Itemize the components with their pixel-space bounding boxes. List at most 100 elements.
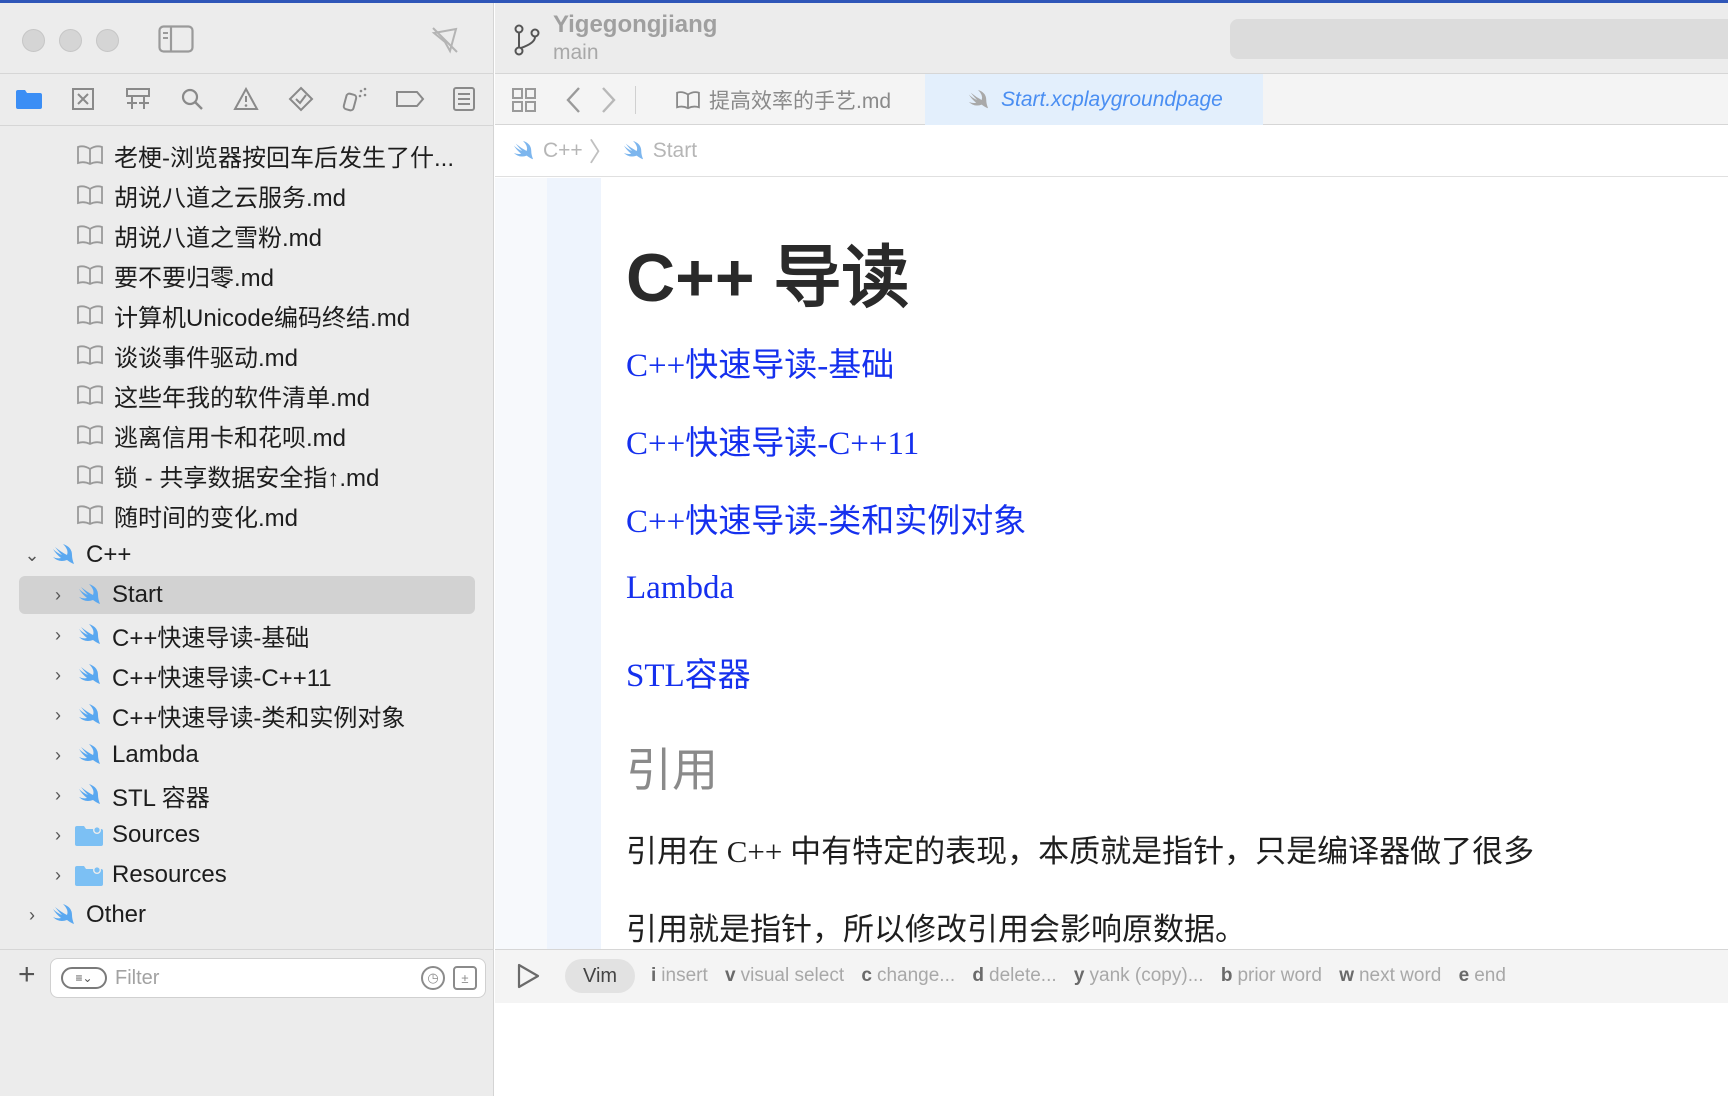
link-basics[interactable]: C++快速导读-基础 [626,338,894,386]
book-icon [77,145,103,166]
breakpoint-navigator-icon[interactable] [395,84,425,114]
breadcrumb-item-start[interactable]: Start [653,139,697,163]
book-icon [77,465,103,486]
debug-navigator-icon[interactable] [340,84,370,114]
tree-item-start-page[interactable]: › Start [0,575,494,615]
tab-start-playground[interactable]: Start.xcplaygroundpage [925,74,1263,125]
forward-icon[interactable] [599,86,617,114]
tree-item-label: Start [112,581,163,608]
tree-item-playground-other[interactable]: › Other [0,895,494,935]
sidebar-toggle-icon[interactable] [158,25,194,53]
source-control-filter-icon[interactable]: ± [453,966,477,990]
vim-hint: b prior word [1220,965,1322,986]
vim-hint: d delete... [972,965,1057,986]
tree-item-playground-page[interactable]: › C++快速导读-基础 [0,615,494,655]
vim-hint: y yank (copy)... [1073,965,1204,986]
related-items-icon[interactable] [511,87,537,113]
tree-item-markdown[interactable]: 随时间的变化.md [0,495,494,535]
tree-item-markdown[interactable]: 胡说八道之云服务.md [0,175,494,215]
play-icon[interactable] [515,962,541,990]
tree-item-markdown[interactable]: 胡说八道之雪粉.md [0,215,494,255]
vim-hint: c change... [861,965,956,986]
paragraph: 引用在 C++ 中有特定的表现，本质就是指针，只是编译器做了很多 [626,834,1535,869]
document-title: C++ 导读 [626,240,910,316]
chevron-right-icon[interactable]: › [48,785,68,806]
editor-area: Yigegongjiang main 提高效率的手艺.md Start.xcpl… [495,3,1728,1096]
tree-item-label: 谈谈事件驱动.md [114,344,299,372]
branch-name[interactable]: main [553,41,599,65]
tree-item-playground-page[interactable]: › C++快速导读-类和实例对象 [0,695,494,735]
tree-item-folder-resources[interactable]: › Resources [0,855,494,895]
tree-item-markdown[interactable]: 计算机Unicode编码终结.md [0,295,494,335]
tree-item-markdown[interactable]: 逃离信用卡和花呗.md [0,415,494,455]
link-cpp11[interactable]: C++快速导读-C++11 [626,416,919,464]
book-icon [77,185,103,206]
book-icon [77,265,103,286]
chevron-right-icon[interactable]: › [48,825,68,846]
tree-item-playground-cpp[interactable]: ⌄ C++ [0,535,494,575]
issue-navigator-icon[interactable] [231,84,261,114]
tree-item-markdown[interactable]: 老梗-浏览器按回车后发生了什... [0,135,494,175]
chevron-right-icon[interactable]: › [48,705,68,726]
chevron-right-icon[interactable]: › [48,665,68,686]
add-file-button[interactable]: + [18,960,36,990]
chevron-right-icon[interactable]: › [48,625,68,646]
swift-icon [53,544,74,564]
report-navigator-icon[interactable] [449,84,479,114]
tree-item-playground-page[interactable]: › C++快速导读-C++11 [0,655,494,695]
tree-item-label: Lambda [112,741,199,768]
tree-item-playground-page[interactable]: › STL 容器 [0,775,494,815]
tree-item-markdown[interactable]: 锁 - 共享数据安全指↑.md [0,455,494,495]
folder-gear-icon [75,866,103,886]
vim-hint: i insert [651,965,708,986]
chevron-right-icon[interactable]: › [48,585,68,606]
tree-item-label: C++ [86,541,132,568]
tab-markdown-file[interactable]: 提高效率的手艺.md [657,74,925,125]
zoom-window-button[interactable] [96,29,119,52]
xcode-window: 老梗-浏览器按回车后发生了什... 胡说八道之云服务.md 胡说八道之雪粉.md… [0,0,1728,1096]
tree-item-folder-sources[interactable]: › Sources [0,815,494,855]
vim-mode-badge[interactable]: Vim [565,959,636,993]
filter-field[interactable]: ≡⌄ Filter ◷ ± [50,958,486,998]
test-navigator-icon[interactable] [286,84,316,114]
chevron-right-icon[interactable]: › [48,745,68,766]
breadcrumb-item-cpp[interactable]: C++ [543,139,583,163]
search-navigator-icon[interactable] [177,84,207,114]
tree-item-label: 胡说八道之云服务.md [114,184,347,212]
source-control-navigator-icon[interactable] [68,84,98,114]
section-heading: 引用 [626,744,718,796]
tree-item-label: C++快速导读-类和实例对象 [112,704,406,732]
project-name[interactable]: Yigegongjiang [553,11,717,39]
tree-item-label: 这些年我的软件清单.md [114,384,371,412]
book-icon [77,305,103,326]
tree-item-playground-page[interactable]: › Lambda [0,735,494,775]
link-classes[interactable]: C++快速导读-类和实例对象 [626,494,1026,542]
line-gutter [495,178,547,949]
back-icon[interactable] [565,86,583,114]
close-window-button[interactable] [22,29,45,52]
chevron-down-icon[interactable]: ⌄ [22,545,42,566]
tree-item-markdown[interactable]: 谈谈事件驱动.md [0,335,494,375]
book-icon [77,225,103,246]
recent-files-icon[interactable]: ◷ [421,966,445,990]
link-stl[interactable]: STL容器 [626,648,751,696]
symbol-navigator-icon[interactable] [123,84,153,114]
tree-item-markdown[interactable]: 要不要归零.md [0,255,494,295]
swift-icon [968,89,989,108]
branch-icon [514,24,540,56]
filter-options-icon[interactable]: ≡⌄ [61,967,107,989]
result-gutter [547,178,601,949]
chevron-right-icon[interactable]: › [48,865,68,886]
navigator-selector-bar [0,73,494,126]
navigator-sidebar: 老梗-浏览器按回车后发生了什... 胡说八道之云服务.md 胡说八道之雪粉.md… [0,3,494,1096]
chevron-right-icon[interactable]: › [22,905,42,926]
tree-item-label: 老梗-浏览器按回车后发生了什... [114,144,454,172]
minimize-window-button[interactable] [59,29,82,52]
breadcrumb-separator-icon: 〉 [588,137,615,167]
activity-viewer [1230,19,1728,59]
disabled-run-icon[interactable] [430,25,460,55]
tree-item-label: Sources [112,821,201,848]
link-lambda[interactable]: Lambda [626,570,734,607]
tree-item-markdown[interactable]: 这些年我的软件清单.md [0,375,494,415]
project-navigator-icon[interactable] [14,84,44,114]
